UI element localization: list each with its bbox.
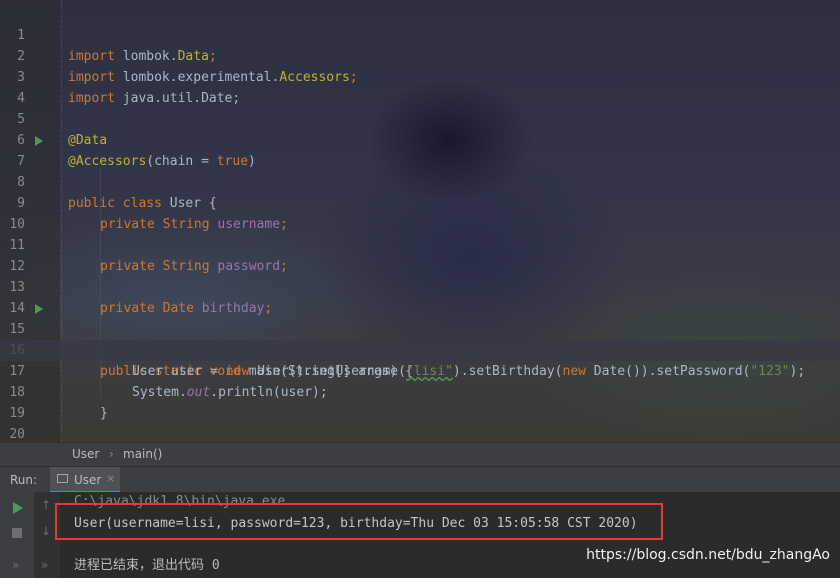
console-toolbar: »	[0, 492, 35, 578]
run-tab-user[interactable]: User ×	[50, 467, 120, 493]
code-line-18[interactable]: 18 }	[0, 361, 840, 421]
code-line-19[interactable]: 19	[0, 382, 840, 421]
more-icon[interactable]: »	[12, 558, 19, 572]
console-tab-icon	[57, 474, 68, 483]
breadcrumb: User › main()	[0, 442, 840, 466]
code-line-20[interactable]: 20 }	[0, 403, 840, 442]
arrow-up-icon[interactable]: ↑	[41, 498, 51, 512]
code-line-14[interactable]: 14	[0, 277, 840, 316]
code-line-13[interactable]: 13 private Date birthday;	[0, 256, 840, 316]
close-icon[interactable]: ×	[106, 472, 115, 485]
watermark: https://blog.csdn.net/bdu_zhangAo	[586, 547, 830, 563]
highlight-annotation-box	[55, 503, 663, 540]
code-line-5[interactable]: 5 @Data	[0, 88, 840, 148]
more-icon-2[interactable]: »	[41, 558, 48, 572]
code-line-16[interactable]: 16 User user = new User().setUsername("l…	[0, 319, 840, 379]
line-number: 20	[9, 427, 25, 442]
breadcrumb-separator: ›	[109, 447, 114, 461]
code-line-7[interactable]: 7 public class User {	[0, 130, 840, 211]
breadcrumb-class[interactable]: User	[72, 443, 99, 466]
code-line-6[interactable]: 6 @Accessors(chain = true)	[0, 109, 840, 169]
rerun-icon[interactable]	[13, 502, 23, 514]
code-editor[interactable]: 1 import lombok.Data; 2 import lombok.ex…	[0, 0, 840, 442]
code-line-3[interactable]: 3 import java.util.Date;	[0, 46, 840, 106]
run-class-icon[interactable]	[35, 136, 43, 146]
run-label: Run:	[10, 473, 38, 487]
run-main-icon[interactable]	[35, 304, 43, 314]
code-line-12[interactable]: 12	[0, 235, 840, 274]
code-line-8[interactable]: 8	[0, 151, 840, 190]
console-exit-line: 进程已结束，退出代码 0	[74, 558, 220, 573]
run-tab-label: User	[74, 473, 102, 487]
code-line-2[interactable]: 2 import lombok.experimental.Accessors;	[0, 25, 840, 85]
arrow-down-icon[interactable]: ↓	[41, 524, 51, 538]
code-line-9[interactable]: 9 private String username;	[0, 172, 840, 232]
code-line-4[interactable]: 4	[0, 67, 840, 106]
code-line-10[interactable]: 10	[0, 193, 840, 232]
code-line-11[interactable]: 11 private String password;	[0, 214, 840, 274]
code-line-15[interactable]: 15 public static void main(String[] args…	[0, 298, 840, 379]
breadcrumb-method[interactable]: main()	[123, 443, 162, 466]
run-tool-window-header: Run: User ×	[0, 466, 840, 493]
code-line-1[interactable]: 1 import lombok.Data;	[0, 4, 840, 64]
stop-icon[interactable]	[12, 528, 22, 538]
code-line-17[interactable]: 17 System.out.println(user);	[0, 340, 840, 400]
